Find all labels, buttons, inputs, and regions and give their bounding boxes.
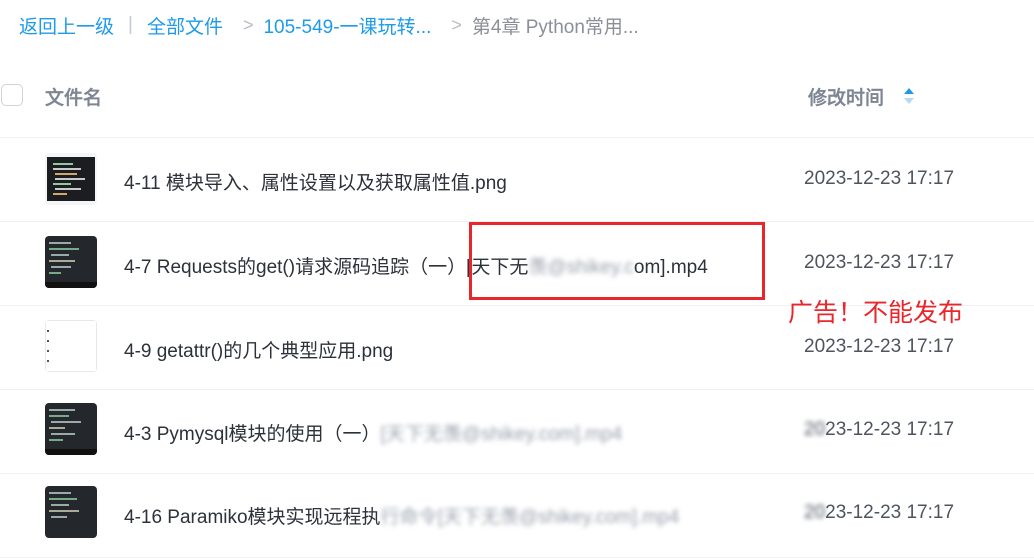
file-name[interactable]: 4-9 getattr()的几个典型应用.png [124,336,393,363]
breadcrumb: 返回上一级 | 全部文件 > 105-549-一课玩转... > 第4章 Pyt… [19,12,639,38]
file-modified-date: 2023-12-23 17:17 [804,336,955,357]
chevron-right-icon: > [242,14,254,35]
file-row[interactable]: 4-3 Pymysql模块的使用（一）[天下无羡@shikey.com].mp4… [0,389,1034,474]
file-modified-date: 2023-12-23 17:17 [804,168,955,189]
video-thumbnail-icon [45,236,97,288]
watermark-text: [天下无羡@shikey.com].mp4 [380,424,623,445]
breadcrumb-current: 第4章 Python常用... [471,16,639,38]
file-name[interactable]: 4-16 Paramiko模块实现远程执行命令[天下无羡@shikey.com]… [124,502,679,529]
select-all-checkbox[interactable] [1,84,23,106]
file-modified-date: 2023-12-23 17:17 [804,419,955,440]
video-thumbnail-icon [45,486,97,538]
image-thumbnail-icon [45,320,97,372]
sort-icon[interactable] [902,86,916,106]
file-modified-date: 2023-12-23 17:17 [804,502,955,523]
ad-highlight-box [469,222,765,300]
image-thumbnail-icon [45,153,97,205]
file-list-header: 文件名 修改时间 [0,73,1034,138]
breadcrumb-folder[interactable]: 105-549-一课玩转... [263,12,431,39]
breadcrumb-divider: | [128,14,133,35]
back-link[interactable]: 返回上一级 [19,12,114,39]
ad-warning-label: 广告！不能发布 [788,299,964,327]
column-filename: 文件名 [45,88,103,109]
file-name[interactable]: 4-3 Pymysql模块的使用（一）[天下无羡@shikey.com].mp4 [124,419,622,446]
breadcrumb-all-files[interactable]: 全部文件 [147,12,223,39]
video-thumbnail-icon [45,403,97,455]
file-modified-date: 2023-12-23 17:17 [804,252,955,273]
file-name[interactable]: 4-11 模块导入、属性设置以及获取属性值.png [124,168,507,195]
chevron-right-icon: > [451,14,462,35]
column-modified-time[interactable]: 修改时间 [808,83,884,110]
watermark-text: 行命令[天下无羡@shikey.com].mp4 [380,507,680,528]
file-row[interactable]: 4-11 模块导入、属性设置以及获取属性值.png 2023-12-23 17:… [0,137,1034,222]
file-row[interactable]: 4-16 Paramiko模块实现远程执行命令[天下无羡@shikey.com]… [0,473,1034,558]
